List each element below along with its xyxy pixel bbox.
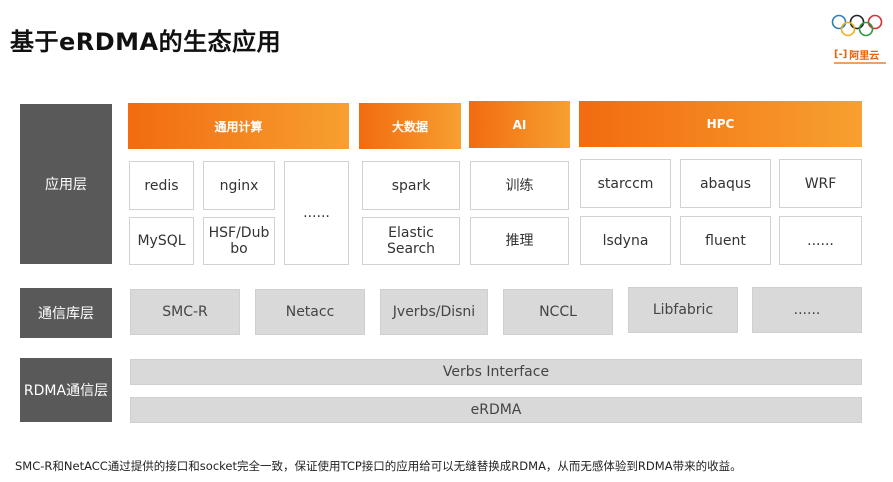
category-hpc: HPC bbox=[579, 101, 862, 147]
app-more-general: ...... bbox=[284, 161, 349, 265]
app-hsf-dubbo: HSF/Dubbo bbox=[203, 217, 275, 265]
category-general-compute: 通用计算 bbox=[128, 103, 349, 149]
category-ai: AI bbox=[469, 101, 570, 148]
page-title: 基于eRDMA的生态应用 bbox=[10, 28, 282, 56]
app-spark: spark bbox=[362, 161, 460, 210]
brand-text: 阿里云 bbox=[849, 50, 880, 62]
lib-jverbs-disni: Jverbs/Disni bbox=[380, 289, 488, 335]
app-starccm: starccm bbox=[580, 159, 671, 208]
app-fluent: fluent bbox=[680, 216, 771, 265]
app-redis: redis bbox=[129, 161, 194, 210]
app-inference: 推理 bbox=[470, 217, 569, 265]
layer-label-app: 应用层 bbox=[20, 104, 112, 264]
olympic-rings-icon bbox=[831, 14, 883, 37]
lib-nccl: NCCL bbox=[503, 289, 613, 335]
category-big-data: 大数据 bbox=[359, 103, 461, 149]
lib-more: ...... bbox=[752, 287, 862, 333]
lib-netacc: Netacc bbox=[255, 289, 365, 335]
app-more-hpc: ...... bbox=[779, 216, 862, 265]
app-training: 训练 bbox=[470, 161, 569, 210]
layer-label-comm: 通信库层 bbox=[20, 288, 112, 338]
footnote: SMC-R和NetACC通过提供的接口和socket完全一致，保证使用TCP接口… bbox=[15, 459, 742, 473]
brand-underline bbox=[834, 62, 886, 64]
app-abaqus: abaqus bbox=[680, 159, 771, 208]
app-elastic-search: Elastic Search bbox=[362, 217, 460, 265]
app-nginx: nginx bbox=[203, 161, 275, 210]
lib-libfabric: Libfabric bbox=[628, 287, 738, 333]
layer-label-rdma: RDMA通信层 bbox=[20, 358, 112, 422]
aliyun-mark-icon: [-] bbox=[834, 48, 848, 60]
erdma-bar: eRDMA bbox=[130, 397, 862, 423]
logo: [-] 阿里云 bbox=[826, 10, 888, 70]
brand-logo: [-] 阿里云 bbox=[834, 46, 886, 64]
lib-smc-r: SMC-R bbox=[130, 289, 240, 335]
app-wrf: WRF bbox=[779, 159, 862, 208]
app-lsdyna: lsdyna bbox=[580, 216, 671, 265]
verbs-interface-bar: Verbs Interface bbox=[130, 359, 862, 385]
app-mysql: MySQL bbox=[129, 217, 194, 265]
